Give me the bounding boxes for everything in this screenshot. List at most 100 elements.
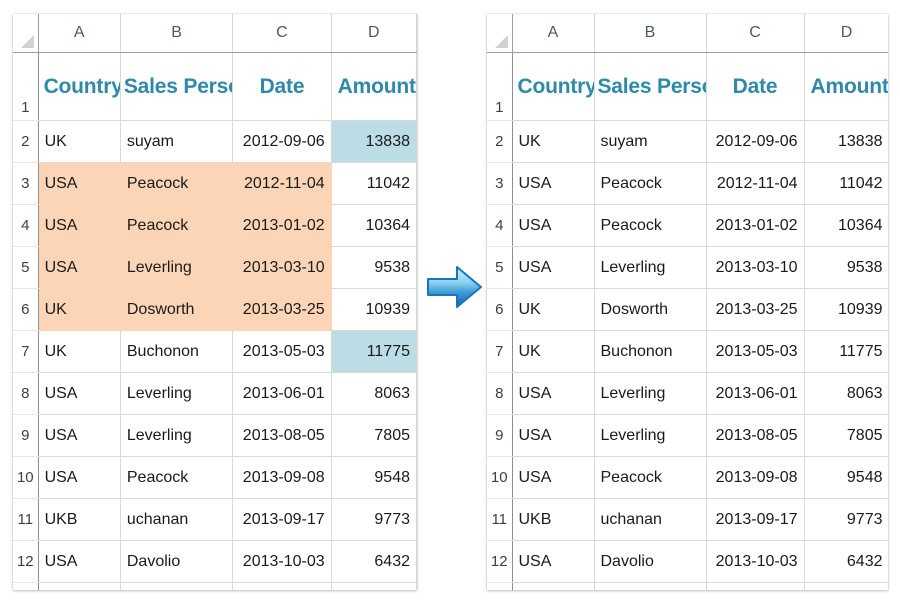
column-header-b[interactable]: B — [594, 14, 707, 53]
cell-amount[interactable]: 9538 — [804, 246, 888, 289]
cell-date[interactable]: 2013-08-05 — [706, 414, 805, 457]
cell-blank[interactable] — [804, 582, 888, 590]
row-header[interactable]: 6 — [487, 288, 513, 331]
column-header-d[interactable]: D — [331, 14, 417, 53]
cell-date[interactable]: 2013-10-03 — [706, 540, 805, 583]
cell-date[interactable]: 2013-06-01 — [232, 372, 332, 415]
cell-date[interactable]: 2013-09-17 — [232, 498, 332, 541]
cell-sales-person[interactable]: uchanan — [594, 498, 707, 541]
header-cell-amount[interactable]: Amount — [331, 52, 417, 121]
cell-blank[interactable] — [120, 582, 234, 590]
cell-country[interactable]: UK — [512, 288, 595, 331]
column-header-b[interactable]: B — [120, 14, 234, 53]
row-header-blank[interactable] — [487, 582, 513, 590]
header-cell-date[interactable]: Date — [706, 52, 805, 121]
cell-country[interactable]: USA — [38, 540, 121, 583]
cell-amount[interactable]: 6432 — [331, 540, 417, 583]
row-header[interactable]: 9 — [487, 414, 513, 457]
cell-country[interactable]: USA — [38, 162, 121, 205]
cell-blank[interactable] — [232, 582, 332, 590]
cell-sales-person[interactable]: Leverling — [120, 372, 234, 415]
cell-country[interactable]: UK — [38, 120, 121, 163]
cell-country[interactable]: USA — [38, 204, 121, 247]
cell-amount[interactable]: 9773 — [804, 498, 888, 541]
row-header[interactable]: 10 — [13, 456, 39, 499]
cell-sales-person[interactable]: Peacock — [594, 456, 707, 499]
cell-date[interactable]: 2013-09-08 — [706, 456, 805, 499]
cell-country[interactable]: USA — [512, 540, 595, 583]
cell-amount[interactable]: 10364 — [804, 204, 888, 247]
cell-blank[interactable] — [331, 582, 417, 590]
row-header[interactable]: 12 — [487, 540, 513, 583]
cell-date[interactable]: 2013-03-10 — [232, 246, 332, 289]
cell-amount[interactable]: 6432 — [804, 540, 888, 583]
cell-country[interactable]: USA — [38, 414, 121, 457]
select-all-corner[interactable] — [487, 14, 513, 53]
row-header[interactable]: 11 — [487, 498, 513, 541]
row-header[interactable]: 10 — [487, 456, 513, 499]
cell-sales-person[interactable]: Leverling — [120, 414, 234, 457]
cell-sales-person[interactable]: Peacock — [594, 204, 707, 247]
cell-date[interactable]: 2013-03-10 — [706, 246, 805, 289]
cell-amount[interactable]: 10364 — [331, 204, 417, 247]
cell-blank[interactable] — [594, 582, 707, 590]
cell-country[interactable]: USA — [38, 246, 121, 289]
cell-country[interactable]: UK — [38, 330, 121, 373]
cell-sales-person[interactable]: Buchonon — [594, 330, 707, 373]
row-header[interactable]: 3 — [487, 162, 513, 205]
cell-sales-person[interactable]: Peacock — [120, 162, 234, 205]
cell-country[interactable]: UK — [512, 120, 595, 163]
cell-blank[interactable] — [38, 582, 121, 590]
cell-amount[interactable]: 10939 — [331, 288, 417, 331]
cell-country[interactable]: USA — [512, 204, 595, 247]
row-header-1[interactable]: 1 — [487, 52, 513, 121]
column-header-a[interactable]: A — [512, 14, 595, 53]
header-cell-country[interactable]: Country — [38, 52, 121, 121]
cell-amount[interactable]: 11042 — [331, 162, 417, 205]
cell-country[interactable]: UK — [512, 330, 595, 373]
cell-amount[interactable]: 11042 — [804, 162, 888, 205]
cell-country[interactable]: USA — [38, 372, 121, 415]
cell-date[interactable]: 2012-09-06 — [232, 120, 332, 163]
cell-amount[interactable]: 7805 — [804, 414, 888, 457]
cell-blank[interactable] — [706, 582, 805, 590]
cell-amount[interactable]: 13838 — [331, 120, 417, 163]
column-header-c[interactable]: C — [232, 14, 332, 53]
cell-date[interactable]: 2012-11-04 — [232, 162, 332, 205]
cell-date[interactable]: 2013-05-03 — [232, 330, 332, 373]
cell-country[interactable]: USA — [512, 246, 595, 289]
cell-sales-person[interactable]: Davolio — [120, 540, 234, 583]
column-header-c[interactable]: C — [706, 14, 805, 53]
before-spreadsheet[interactable]: A B C D 1 Country Sales Person Date Amou… — [13, 14, 417, 590]
cell-amount[interactable]: 13838 — [804, 120, 888, 163]
cell-amount[interactable]: 8063 — [331, 372, 417, 415]
row-header[interactable]: 4 — [13, 204, 39, 247]
header-cell-sales-person[interactable]: Sales Person — [594, 52, 707, 121]
column-header-d[interactable]: D — [804, 14, 888, 53]
cell-amount[interactable]: 9538 — [331, 246, 417, 289]
header-cell-amount[interactable]: Amount — [804, 52, 888, 121]
row-header[interactable]: 8 — [13, 372, 39, 415]
row-header-blank[interactable] — [13, 582, 39, 590]
cell-date[interactable]: 2013-01-02 — [706, 204, 805, 247]
header-cell-country[interactable]: Country — [512, 52, 595, 121]
row-header[interactable]: 2 — [487, 120, 513, 163]
cell-country[interactable]: UKB — [512, 498, 595, 541]
row-header[interactable]: 11 — [13, 498, 39, 541]
cell-date[interactable]: 2013-01-02 — [232, 204, 332, 247]
cell-date[interactable]: 2013-09-17 — [706, 498, 805, 541]
row-header[interactable]: 5 — [487, 246, 513, 289]
cell-sales-person[interactable]: suyam — [594, 120, 707, 163]
cell-sales-person[interactable]: Buchonon — [120, 330, 234, 373]
row-header[interactable]: 2 — [13, 120, 39, 163]
row-header[interactable]: 6 — [13, 288, 39, 331]
row-header[interactable]: 7 — [13, 330, 39, 373]
cell-amount[interactable]: 10939 — [804, 288, 888, 331]
cell-country[interactable]: UK — [38, 288, 121, 331]
cell-blank[interactable] — [512, 582, 595, 590]
header-cell-date[interactable]: Date — [232, 52, 332, 121]
cell-sales-person[interactable]: Davolio — [594, 540, 707, 583]
header-cell-sales-person[interactable]: Sales Person — [120, 52, 234, 121]
cell-sales-person[interactable]: Dosworth — [594, 288, 707, 331]
cell-country[interactable]: USA — [512, 372, 595, 415]
